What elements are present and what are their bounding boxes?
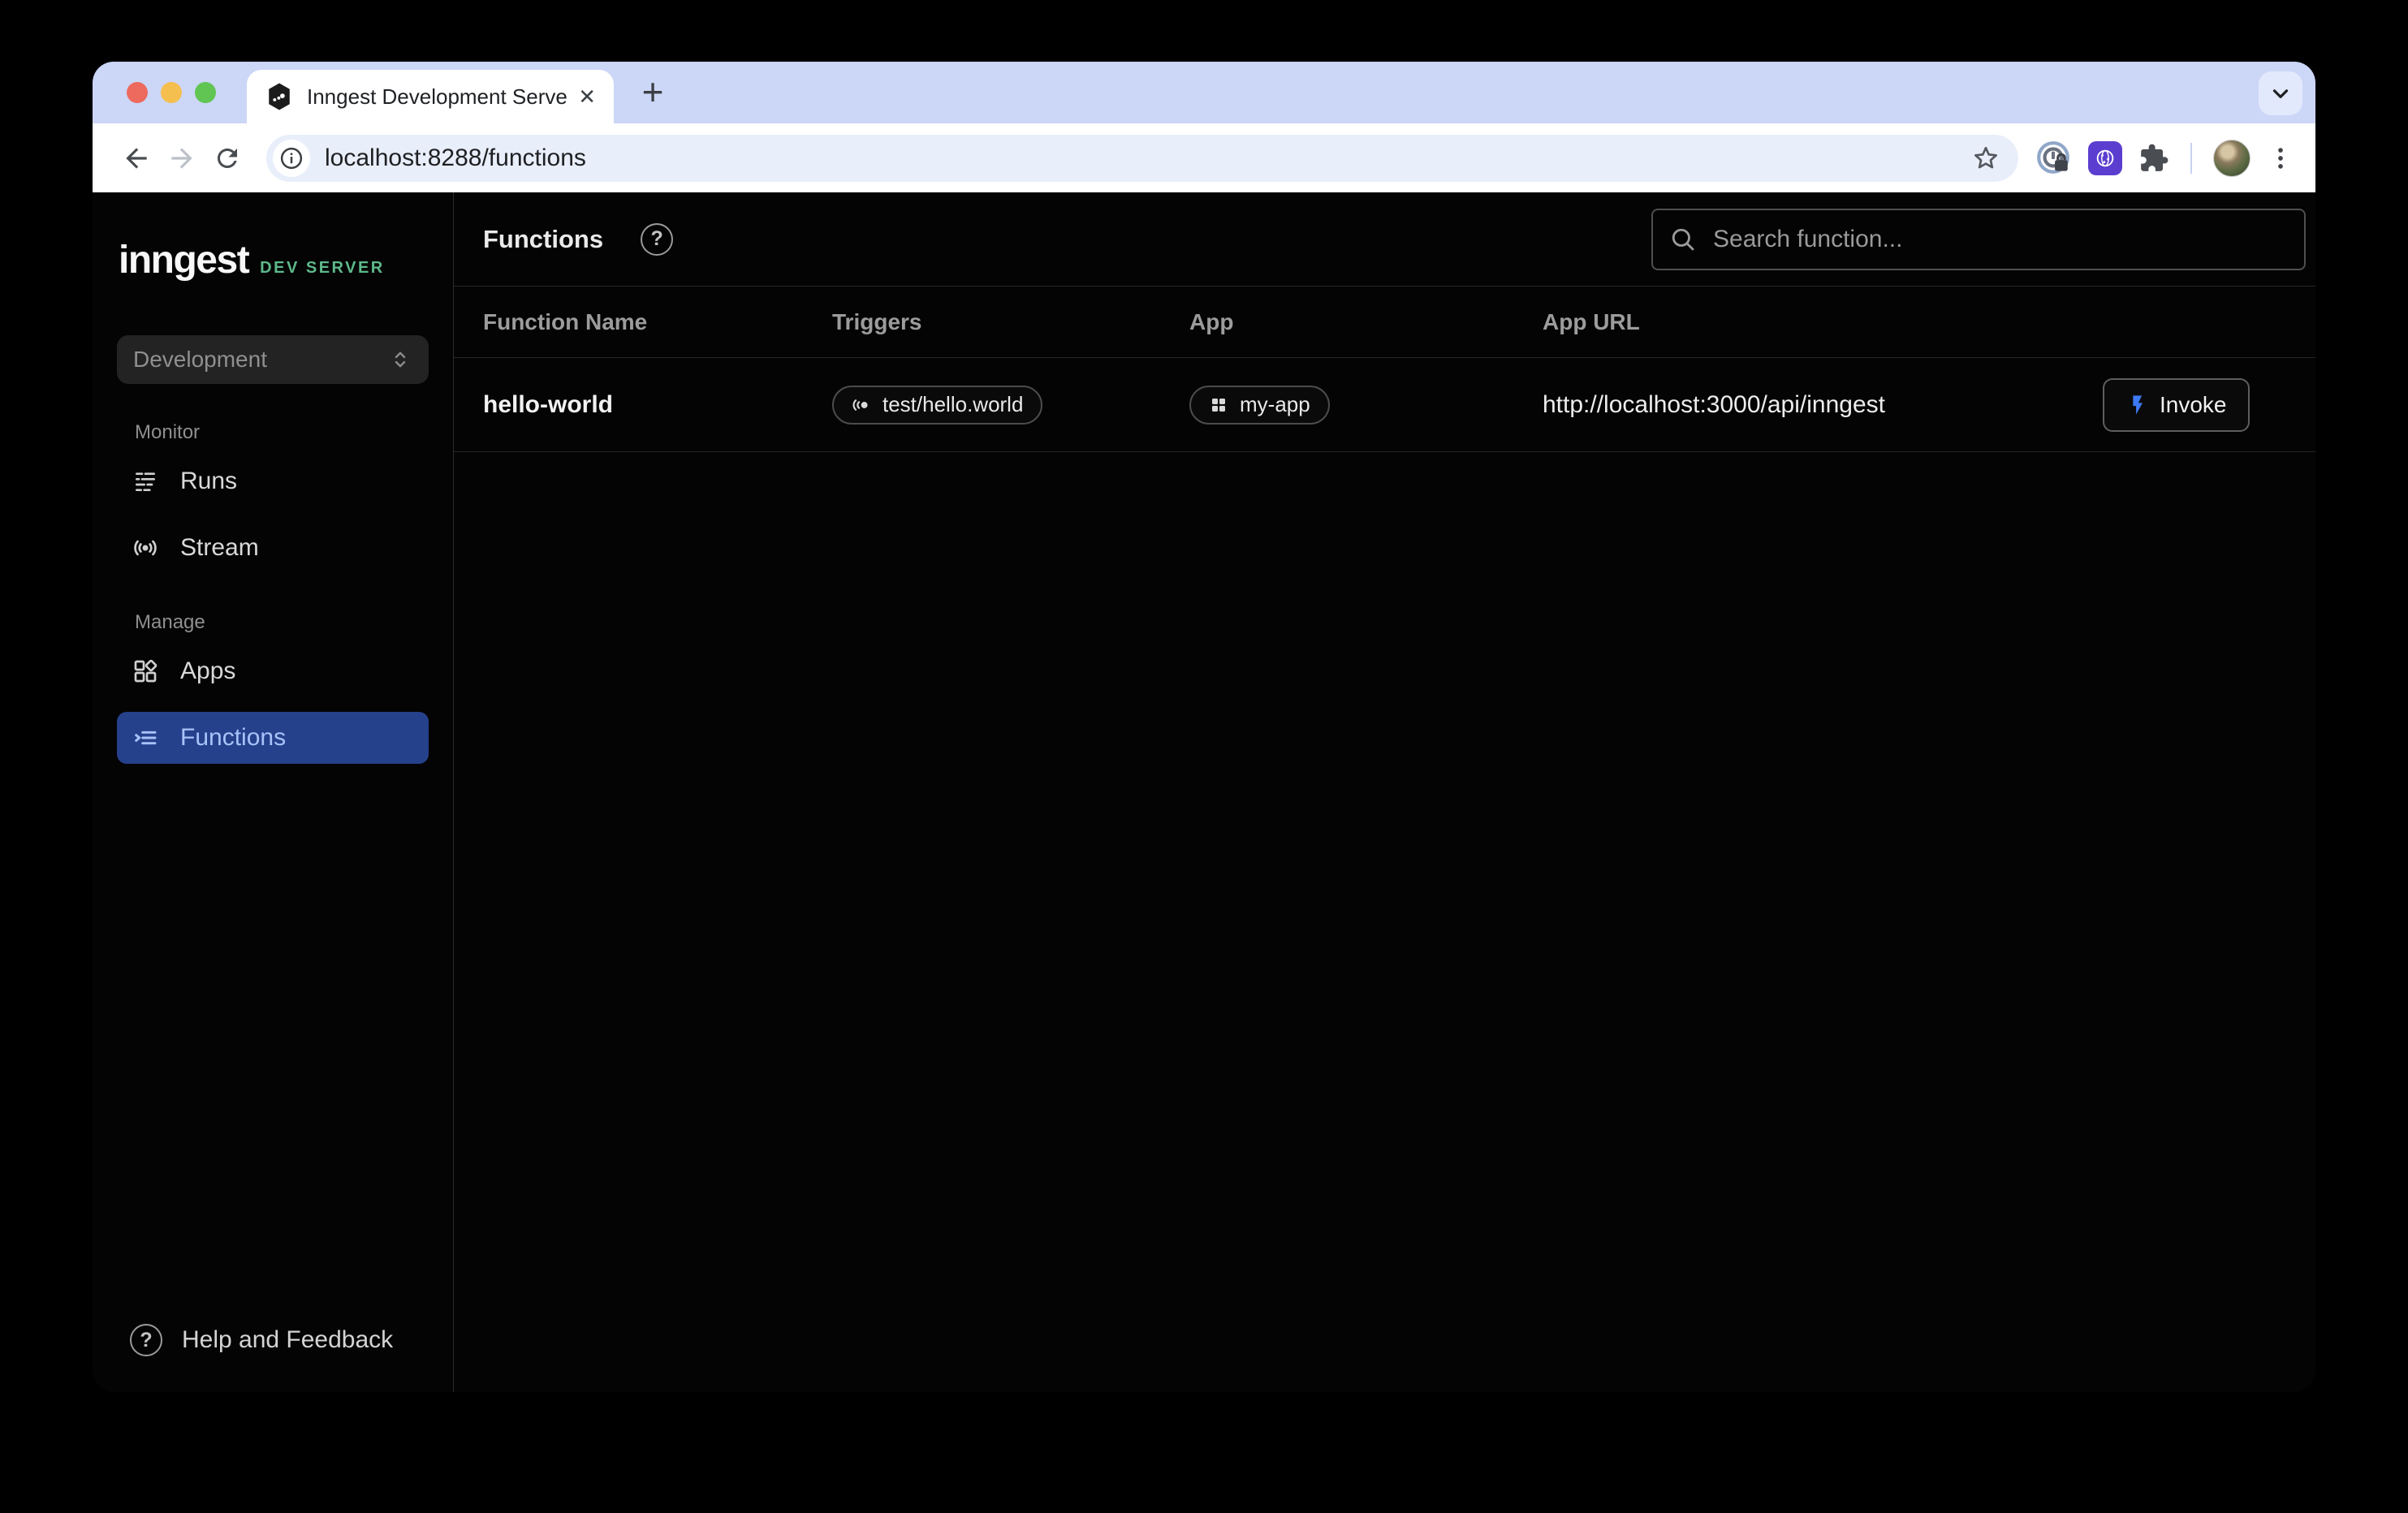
main-header: Functions ? — [454, 192, 2315, 287]
help-and-feedback-button[interactable]: ? Help and Feedback — [93, 1324, 453, 1392]
back-arrow-icon — [121, 143, 152, 174]
event-trigger-icon — [852, 395, 871, 415]
column-header-app: App — [1189, 309, 1543, 335]
address-bar[interactable]: localhost:8288/functions — [266, 135, 2018, 182]
inngest-logo: inngest — [119, 238, 248, 282]
minimize-window-button[interactable] — [161, 82, 182, 103]
reload-button[interactable] — [205, 136, 250, 181]
app-label: my-app — [1240, 392, 1310, 417]
browser-window: Inngest Development Server ✕ + — [93, 62, 2315, 1392]
site-info-button[interactable] — [273, 140, 310, 177]
tab-close-icon[interactable]: ✕ — [578, 84, 596, 110]
zoom-window-button[interactable] — [195, 82, 216, 103]
help-label: Help and Feedback — [182, 1326, 393, 1354]
sidebar-item-apps[interactable]: Apps — [93, 645, 453, 697]
forward-arrow-icon — [166, 143, 197, 174]
toolbar-divider — [2190, 143, 2192, 174]
runs-icon — [132, 468, 159, 495]
sidebar-section-manage: Manage — [93, 613, 453, 632]
apps-icon — [132, 657, 159, 685]
column-header-function-name: Function Name — [483, 309, 832, 335]
dev-server-badge: DEV SERVER — [260, 259, 385, 278]
tab-search-chevron-button[interactable] — [2259, 71, 2302, 115]
sidebar-item-functions[interactable]: Functions — [117, 712, 429, 764]
invoke-label: Invoke — [2160, 392, 2227, 418]
table-row[interactable]: hello-world test/hello.world — [454, 358, 2315, 452]
sidebar-item-runs[interactable]: Runs — [93, 455, 453, 507]
function-name-cell[interactable]: hello-world — [483, 391, 832, 419]
bookmark-star-icon[interactable] — [1971, 144, 2000, 173]
sidebar: inngest DEV SERVER Development Monitor — [93, 192, 454, 1392]
trigger-label: test/hello.world — [883, 392, 1023, 417]
back-button[interactable] — [114, 136, 159, 181]
app-content: inngest DEV SERVER Development Monitor — [93, 192, 2315, 1392]
extensions-puzzle-icon[interactable] — [2138, 143, 2169, 174]
window-controls — [127, 82, 216, 103]
sidebar-spacer — [93, 764, 453, 1324]
search-box[interactable] — [1651, 209, 2306, 270]
sidebar-item-label: Runs — [180, 468, 237, 495]
close-window-button[interactable] — [127, 82, 148, 103]
extension-area — [2035, 140, 2294, 177]
inngest-favicon-icon — [265, 82, 294, 111]
kebab-menu-icon[interactable] — [2267, 144, 2294, 172]
sidebar-item-label: Functions — [180, 724, 286, 752]
search-input[interactable] — [1711, 225, 2288, 254]
page-title: Functions — [483, 225, 603, 254]
app-grid-icon — [1209, 395, 1228, 415]
environment-selector[interactable]: Development — [117, 335, 429, 384]
app-url-cell[interactable]: http://localhost:3000/api/inngest — [1543, 391, 2103, 419]
tab-strip: Inngest Development Server ✕ + — [93, 62, 2315, 123]
table-header: Function Name Triggers App App URL — [454, 287, 2315, 358]
new-tab-button[interactable]: + — [633, 73, 672, 112]
trigger-badge[interactable]: test/hello.world — [832, 386, 1042, 425]
browser-extension-icon[interactable] — [2088, 141, 2122, 175]
chevron-down-icon — [2268, 81, 2293, 106]
info-icon — [279, 146, 304, 170]
tab-title: Inngest Development Server — [307, 84, 568, 110]
stream-icon — [132, 534, 159, 562]
environment-selector-value: Development — [133, 347, 267, 373]
functions-help-icon[interactable]: ? — [641, 223, 673, 256]
column-header-triggers: Triggers — [832, 309, 1189, 335]
chevron-up-down-icon — [388, 347, 412, 372]
sidebar-item-label: Stream — [180, 534, 259, 562]
column-header-app-url: App URL — [1543, 309, 2103, 335]
url-text[interactable]: localhost:8288/functions — [325, 144, 1971, 172]
functions-icon — [132, 724, 159, 752]
browser-tab[interactable]: Inngest Development Server ✕ — [247, 70, 614, 123]
lightning-bolt-icon — [2125, 394, 2148, 416]
forward-button[interactable] — [159, 136, 205, 181]
reload-icon — [213, 144, 242, 173]
invoke-button[interactable]: Invoke — [2103, 378, 2250, 432]
password-manager-extension-icon[interactable] — [2035, 140, 2072, 177]
logo-row: inngest DEV SERVER — [93, 238, 453, 282]
help-icon: ? — [130, 1324, 162, 1356]
profile-avatar[interactable] — [2213, 140, 2250, 177]
search-icon — [1669, 226, 1697, 253]
sidebar-section-monitor: Monitor — [93, 423, 453, 442]
main-panel: Functions ? Function Name Triggers App A… — [454, 192, 2315, 1392]
sidebar-item-stream[interactable]: Stream — [93, 522, 453, 574]
app-badge[interactable]: my-app — [1189, 386, 1330, 425]
browser-toolbar: localhost:8288/functions — [93, 123, 2315, 192]
sidebar-item-label: Apps — [180, 657, 235, 685]
